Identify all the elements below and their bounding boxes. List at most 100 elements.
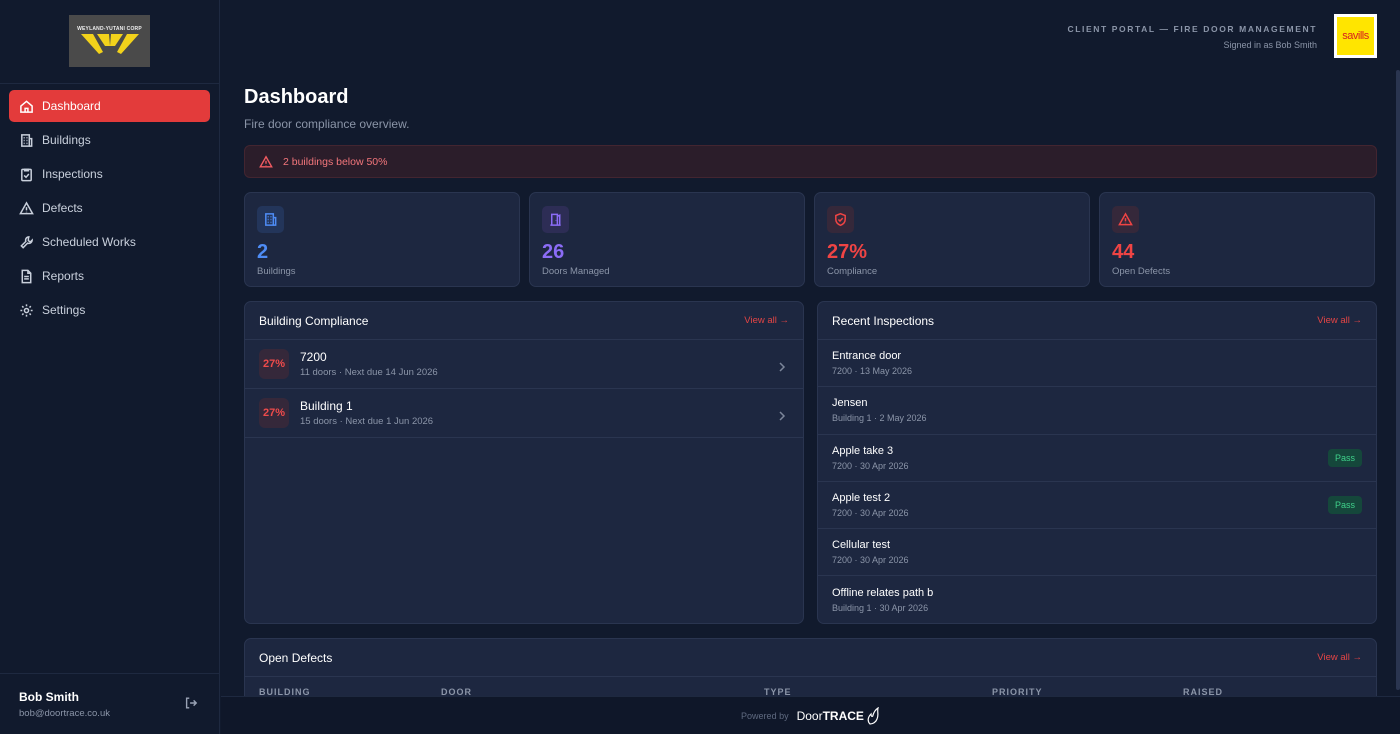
panel-header: Open Defects View all → bbox=[245, 639, 1376, 677]
sidebar-item-settings[interactable]: Settings bbox=[9, 294, 210, 326]
panel-header: Recent Inspections View all → bbox=[818, 302, 1376, 340]
view-all-link[interactable]: View all → bbox=[744, 315, 789, 326]
inspection-meta: 7200 · 13 May 2026 bbox=[832, 366, 913, 377]
compliance-row[interactable]: 27% Building 1 15 doors · Next due 1 Jun… bbox=[245, 389, 803, 438]
sidebar-item-defects[interactable]: Defects bbox=[9, 192, 210, 224]
company-logo[interactable]: WEYLAND-YUTANI CORP bbox=[69, 15, 150, 67]
powered-by-text: Powered by bbox=[741, 710, 789, 721]
topbar: CLIENT PORTAL — FIRE DOOR MANAGEMENT Sig… bbox=[1068, 14, 1377, 58]
sidebar-item-label: Settings bbox=[42, 303, 86, 317]
sidebar-item-label: Inspections bbox=[42, 167, 103, 181]
logo-emblem-icon bbox=[80, 34, 139, 54]
sidebar-item-label: Scheduled Works bbox=[42, 235, 136, 249]
stat-icon-wrap bbox=[542, 206, 569, 233]
panel-title: Open Defects bbox=[259, 650, 333, 665]
panel-title: Recent Inspections bbox=[832, 313, 935, 328]
stats-row: 2 Buildings 26 Doors Managed 27% Complia… bbox=[244, 192, 1375, 287]
sidebar-item-label: Reports bbox=[42, 269, 85, 283]
brand-part-a: Door bbox=[796, 708, 823, 723]
portal-info: CLIENT PORTAL — FIRE DOOR MANAGEMENT Sig… bbox=[1068, 14, 1317, 50]
warning-icon bbox=[19, 200, 34, 214]
logout-icon bbox=[185, 697, 198, 709]
inspection-row[interactable]: Apple take 3 7200 · 30 Apr 2026 Pass bbox=[818, 435, 1376, 482]
door-icon bbox=[550, 213, 561, 226]
inspection-name: Offline relates path b bbox=[832, 587, 934, 600]
user-email: bob@doortrace.co.uk bbox=[19, 708, 110, 719]
column-header-raised[interactable]: RAISED bbox=[1183, 687, 1223, 696]
view-all-link[interactable]: View all → bbox=[1317, 652, 1362, 663]
compliance-percent-badge: 27% bbox=[259, 398, 289, 428]
sidebar-nav: Dashboard Buildings Inspections Defects … bbox=[0, 84, 219, 334]
inspection-meta: 7200 · 30 Apr 2026 bbox=[832, 555, 909, 566]
flame-icon bbox=[867, 706, 879, 725]
logout-button[interactable] bbox=[184, 696, 198, 710]
inspection-name: Cellular test bbox=[832, 539, 891, 552]
building-name: Building 1 bbox=[300, 399, 353, 413]
building-compliance-panel: Building Compliance View all → 27% 7200 … bbox=[244, 301, 804, 624]
stat-label: Open Defects bbox=[1112, 266, 1171, 277]
logo-area: WEYLAND-YUTANI CORP bbox=[0, 0, 219, 84]
building-icon bbox=[21, 133, 33, 147]
inspection-name: Apple test 2 bbox=[832, 492, 891, 505]
sidebar-item-inspections[interactable]: Inspections bbox=[9, 158, 210, 190]
sidebar-item-label: Defects bbox=[42, 201, 83, 215]
chevron-right-icon bbox=[778, 408, 786, 421]
building-name: 7200 bbox=[300, 350, 327, 364]
page-subtitle: Fire door compliance overview. bbox=[244, 117, 410, 131]
scrollbar[interactable] bbox=[1396, 70, 1400, 690]
compliance-percent-badge: 27% bbox=[259, 349, 289, 379]
brand-logo: DoorTRACE bbox=[797, 709, 864, 723]
open-defects-panel: Open Defects View all → BUILDING DOOR TY… bbox=[244, 638, 1377, 696]
panel-header: Building Compliance View all → bbox=[245, 302, 803, 340]
stat-card-doors[interactable]: 26 Doors Managed bbox=[529, 192, 805, 287]
sidebar-item-label: Buildings bbox=[42, 133, 91, 147]
column-header-door[interactable]: DOOR bbox=[441, 687, 764, 696]
user-block: Bob Smith bob@doortrace.co.uk bbox=[0, 673, 220, 734]
document-icon bbox=[21, 269, 32, 283]
alert-text: 2 buildings below 50% bbox=[283, 155, 388, 168]
sidebar-item-reports[interactable]: Reports bbox=[9, 260, 210, 292]
clipboard-check-icon bbox=[21, 168, 32, 181]
stat-label: Doors Managed bbox=[542, 266, 610, 277]
inspection-meta: 7200 · 30 Apr 2026 bbox=[832, 508, 909, 519]
inspection-meta: Building 1 · 30 Apr 2026 bbox=[832, 603, 929, 614]
inspection-meta: Building 1 · 2 May 2026 bbox=[832, 413, 927, 424]
panel-title: Building Compliance bbox=[259, 313, 369, 328]
stat-label: Buildings bbox=[257, 266, 296, 277]
view-all-link[interactable]: View all → bbox=[1317, 315, 1362, 326]
column-header-priority[interactable]: PRIORITY bbox=[992, 687, 1183, 696]
client-logo: savills bbox=[1334, 14, 1377, 58]
stat-value: 2 bbox=[257, 241, 269, 263]
sidebar-item-dashboard[interactable]: Dashboard bbox=[9, 90, 210, 122]
inspection-name: Entrance door bbox=[832, 350, 902, 363]
shield-check-icon bbox=[835, 212, 846, 227]
alert-banner: 2 buildings below 50% bbox=[244, 145, 1377, 178]
sidebar-item-buildings[interactable]: Buildings bbox=[9, 124, 210, 156]
sidebar-item-scheduled-works[interactable]: Scheduled Works bbox=[9, 226, 210, 258]
sidebar-item-label: Dashboard bbox=[42, 99, 101, 113]
stat-card-compliance[interactable]: 27% Compliance bbox=[814, 192, 1090, 287]
signed-in-text: Signed in as Bob Smith bbox=[1223, 40, 1317, 50]
warning-icon bbox=[1118, 212, 1133, 226]
stat-icon-wrap bbox=[1112, 206, 1139, 233]
inspection-row[interactable]: Cellular test 7200 · 30 Apr 2026 bbox=[818, 529, 1376, 577]
sidebar: WEYLAND-YUTANI CORP Dashboard Buildings … bbox=[0, 0, 220, 734]
inspection-row[interactable]: Entrance door 7200 · 13 May 2026 bbox=[818, 340, 1376, 388]
stat-card-defects[interactable]: 44 Open Defects bbox=[1099, 192, 1375, 287]
stat-card-buildings[interactable]: 2 Buildings bbox=[244, 192, 520, 287]
inspection-name: Jensen bbox=[832, 397, 868, 410]
inspection-meta: 7200 · 30 Apr 2026 bbox=[832, 460, 909, 471]
wrench-icon bbox=[20, 235, 33, 249]
column-header-type[interactable]: TYPE bbox=[764, 687, 992, 696]
inspection-row[interactable]: Offline relates path b Building 1 · 30 A… bbox=[818, 576, 1376, 623]
column-header-building[interactable]: BUILDING bbox=[259, 687, 441, 696]
warning-icon bbox=[259, 154, 273, 168]
inspection-row[interactable]: Jensen Building 1 · 2 May 2026 bbox=[818, 387, 1376, 435]
building-meta: 11 doors · Next due 14 Jun 2026 bbox=[300, 367, 438, 378]
stat-value: 26 bbox=[542, 241, 565, 263]
status-badge: Pass bbox=[1327, 448, 1362, 467]
gear-icon bbox=[20, 303, 33, 317]
inspection-row[interactable]: Apple test 2 7200 · 30 Apr 2026 Pass bbox=[818, 482, 1376, 530]
compliance-row[interactable]: 27% 7200 11 doors · Next due 14 Jun 2026 bbox=[245, 340, 803, 389]
chevron-right-icon bbox=[778, 359, 786, 372]
